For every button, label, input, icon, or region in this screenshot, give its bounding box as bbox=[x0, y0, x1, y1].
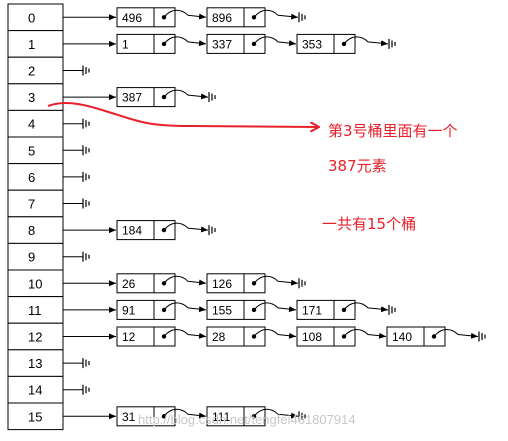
bucket-cell-8 bbox=[7, 216, 64, 244]
list-node-value: 896 bbox=[212, 11, 232, 25]
bucket-index-label: 2 bbox=[28, 64, 35, 79]
list-node: 353 bbox=[296, 33, 396, 54]
list-node-value: 337 bbox=[212, 37, 232, 51]
list-node: 337 bbox=[206, 33, 297, 54]
list-node-value: 353 bbox=[302, 37, 322, 51]
list-node-value: 387 bbox=[122, 91, 142, 105]
bucket-cell-0 bbox=[7, 3, 64, 32]
bucket-cell-4 bbox=[7, 109, 64, 138]
bucket-cell-5 bbox=[7, 136, 64, 165]
bucket-hash-diagram: 0123456789101112131415 496 8961 337 3533871… bbox=[7, 3, 486, 431]
bucket-index-label: 7 bbox=[28, 197, 35, 212]
list-node-value: 155 bbox=[212, 303, 232, 317]
list-node: 28 bbox=[206, 326, 297, 347]
bucket-index-label: 3 bbox=[28, 90, 35, 105]
list-node-value: 26 bbox=[122, 277, 136, 291]
bucket-cell-1 bbox=[7, 30, 64, 58]
bucket-index-label: 13 bbox=[28, 356, 42, 371]
bucket-index-label: 4 bbox=[28, 117, 35, 132]
list-node: 12 bbox=[116, 326, 207, 347]
list-node: 126 bbox=[206, 273, 306, 294]
annotation-bucket3-line1: 第3号桶里面有一个 bbox=[328, 122, 458, 140]
bucket-index-label: 9 bbox=[28, 250, 35, 265]
list-node: 1 bbox=[116, 33, 207, 54]
bucket-index-label: 15 bbox=[28, 409, 42, 424]
bucket-index-label: 0 bbox=[28, 10, 35, 25]
list-node-value: 108 bbox=[302, 330, 322, 344]
annotation-total: 一共有15个桶 bbox=[322, 215, 416, 233]
bucket-index-label: 6 bbox=[28, 170, 35, 185]
list-node: 496 bbox=[116, 7, 207, 28]
list-node-value: 28 bbox=[212, 330, 226, 344]
list-node-value: 126 bbox=[212, 277, 232, 291]
list-node: 171 bbox=[296, 299, 396, 320]
list-node: 140 bbox=[386, 326, 486, 347]
list-node-value: 184 bbox=[122, 224, 142, 238]
watermark-url: http://blog.csdn.net/tengfei461807914 bbox=[138, 412, 356, 427]
list-node: 896 bbox=[206, 7, 306, 28]
list-node-value: 496 bbox=[122, 11, 142, 25]
list-node-value: 1 bbox=[122, 37, 129, 51]
bucket-index-label: 11 bbox=[28, 303, 42, 318]
list-node-value: 140 bbox=[392, 330, 412, 344]
list-node: 387 bbox=[116, 87, 216, 108]
bucket-index-label: 12 bbox=[28, 330, 42, 345]
annotation-bucket3-line2: 387元素 bbox=[328, 157, 387, 175]
bucket-cell-3 bbox=[7, 83, 64, 111]
list-node-value: 91 bbox=[122, 303, 136, 317]
bucket-index-label: 1 bbox=[28, 37, 35, 52]
bucket-cell-9 bbox=[7, 242, 64, 271]
list-node: 155 bbox=[206, 299, 297, 320]
bucket-chains: 496 896 1 337 353 387 184 26 126 91 155 171 12 28 108 1… bbox=[63, 7, 486, 427]
list-node-value: 31 bbox=[122, 410, 136, 424]
list-node-value: 171 bbox=[302, 303, 322, 317]
bucket-index-label: 14 bbox=[28, 383, 42, 398]
bucket-cell-6 bbox=[7, 163, 64, 191]
list-node: 108 bbox=[296, 326, 387, 347]
bucket-index-label: 8 bbox=[28, 223, 35, 238]
list-node: 91 bbox=[116, 299, 207, 320]
bucket-index-label: 10 bbox=[28, 276, 42, 291]
bucket-cell-2 bbox=[7, 56, 64, 85]
bucket-cell-7 bbox=[7, 189, 64, 218]
list-node-value: 12 bbox=[122, 330, 136, 344]
list-node: 184 bbox=[116, 220, 216, 241]
bucket-array: 0123456789101112131415 bbox=[7, 3, 64, 431]
list-node: 26 bbox=[116, 273, 207, 294]
bucket-index-label: 5 bbox=[28, 143, 35, 158]
